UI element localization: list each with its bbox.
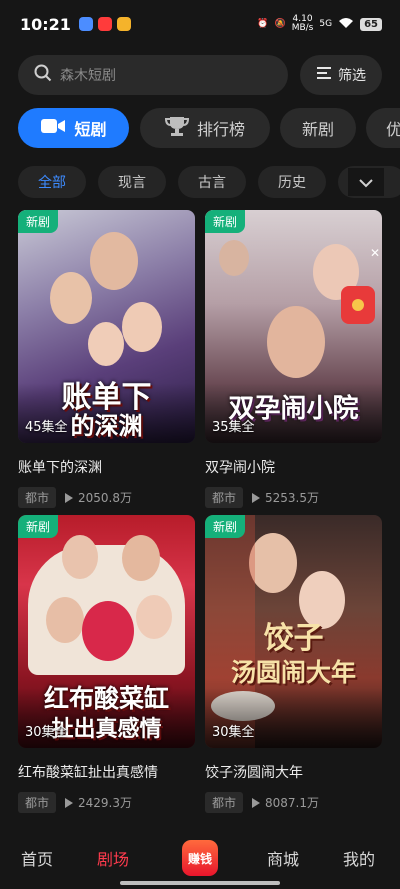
play-icon (65, 492, 74, 503)
nav-mall[interactable]: 商城 (267, 846, 299, 870)
chip-modern-romance[interactable]: 现言 (98, 166, 166, 198)
new-badge: 新剧 (205, 210, 246, 233)
new-badge: 新剧 (18, 515, 59, 538)
search-icon (34, 64, 52, 86)
play-icon (252, 492, 261, 503)
episode-count: 30集全 (25, 725, 68, 740)
filter-button[interactable]: 筛选 (300, 55, 382, 95)
mute-icon: 🔕 (274, 19, 286, 29)
chip-ancient-romance[interactable]: 古言 (178, 166, 246, 198)
drama-card[interactable]: 账单下 的深渊 新剧 45集全 账单下的深渊 都市 2050.8万 (18, 210, 195, 508)
episode-count: 45集全 (25, 420, 68, 435)
trophy-icon (164, 115, 189, 141)
category-chips: 全部 现言 古言 历史 (18, 166, 400, 200)
play-count: 5253.5万 (251, 489, 319, 506)
close-icon[interactable]: ✕ (370, 246, 380, 260)
filter-icon (316, 66, 332, 84)
battery-indicator: 65 (360, 17, 382, 31)
app-notification-icon (116, 17, 131, 31)
status-bar: 10:21 ⏰ 🔕 4.10 MB/s 5G 65 (0, 0, 400, 48)
drama-title[interactable]: 红布酸菜缸扯出真感情 (18, 762, 195, 782)
tab-short-drama[interactable]: 短剧 (18, 108, 129, 148)
play-icon (65, 797, 74, 808)
network-speed: 4.10 MB/s (291, 14, 314, 33)
search-input[interactable]: 森木短剧 (18, 55, 288, 95)
chip-all[interactable]: 全部 (18, 166, 86, 198)
genre-tag: 都市 (205, 792, 244, 813)
genre-tag: 都市 (18, 487, 57, 508)
expand-categories-button[interactable] (348, 168, 384, 196)
drama-meta: 都市 2429.3万 (18, 792, 195, 813)
new-badge: 新剧 (205, 515, 246, 538)
network-type: 5G (319, 19, 333, 29)
bottom-nav: 首页 剧场 赚钱 商城 我的 (0, 830, 400, 882)
drama-title[interactable]: 账单下的深渊 (18, 457, 195, 477)
main-tabs: 短剧 排行榜 新剧 优 (18, 108, 400, 150)
chip-history[interactable]: 历史 (258, 166, 326, 198)
filter-label: 筛选 (338, 68, 366, 84)
search-placeholder: 森木短剧 (60, 68, 116, 84)
tab-more[interactable]: 优 (366, 108, 400, 148)
clock: 10:21 (20, 14, 71, 34)
drama-poster[interactable]: ✕ 双孕闹小院 新剧 35集全 (205, 210, 382, 443)
genre-tag: 都市 (18, 792, 57, 813)
poster-title-line1: 红布酸菜缸 (43, 684, 169, 713)
play-count: 2429.3万 (64, 794, 132, 811)
poster-title-line1: 饺子 (263, 621, 324, 656)
nav-theater[interactable]: 剧场 (97, 846, 129, 870)
episode-count: 30集全 (212, 725, 255, 740)
drama-meta: 都市 5253.5万 (205, 487, 382, 508)
drama-poster[interactable]: 红布酸菜缸 扯出真感情 新剧 30集全 (18, 515, 195, 748)
tab-ranking[interactable]: 排行榜 (140, 108, 270, 148)
nav-home[interactable]: 首页 (21, 846, 53, 870)
tab-new-drama[interactable]: 新剧 (280, 108, 356, 148)
poster-title-line2: 汤圆闹大年 (230, 658, 356, 687)
drama-title[interactable]: 饺子汤圆闹大年 (205, 762, 382, 782)
drama-meta: 都市 2050.8万 (18, 487, 195, 508)
drama-card[interactable]: 饺子 汤圆闹大年 新剧 30集全 饺子汤圆闹大年 都市 8087.1万 (205, 515, 382, 813)
drama-meta: 都市 8087.1万 (205, 792, 382, 813)
app-notification-icon (78, 17, 93, 31)
drama-card[interactable]: ✕ 双孕闹小院 新剧 35集全 双孕闹小院 都市 5253.5万 (205, 210, 382, 508)
video-camera-icon (40, 116, 66, 140)
genre-tag: 都市 (205, 487, 244, 508)
status-indicators: ⏰ 🔕 4.10 MB/s 5G 65 (257, 15, 382, 33)
play-count: 8087.1万 (251, 794, 319, 811)
red-envelope-icon[interactable] (341, 286, 375, 324)
play-icon (252, 797, 261, 808)
drama-poster[interactable]: 饺子 汤圆闹大年 新剧 30集全 (205, 515, 382, 748)
nav-profile[interactable]: 我的 (343, 846, 375, 870)
episode-count: 35集全 (212, 420, 255, 435)
wifi-icon (338, 17, 354, 32)
play-count: 2050.8万 (64, 489, 132, 506)
drama-poster[interactable]: 账单下 的深渊 新剧 45集全 (18, 210, 195, 443)
app-notification-icon (97, 17, 112, 31)
home-indicator[interactable] (120, 881, 280, 885)
new-badge: 新剧 (18, 210, 59, 233)
chevron-down-icon (358, 173, 374, 192)
drama-title[interactable]: 双孕闹小院 (205, 457, 382, 477)
nav-earn-button[interactable]: 赚钱 (182, 840, 218, 876)
alarm-icon: ⏰ (257, 19, 269, 29)
drama-card[interactable]: 红布酸菜缸 扯出真感情 新剧 30集全 红布酸菜缸扯出真感情 都市 2429.3… (18, 515, 195, 813)
